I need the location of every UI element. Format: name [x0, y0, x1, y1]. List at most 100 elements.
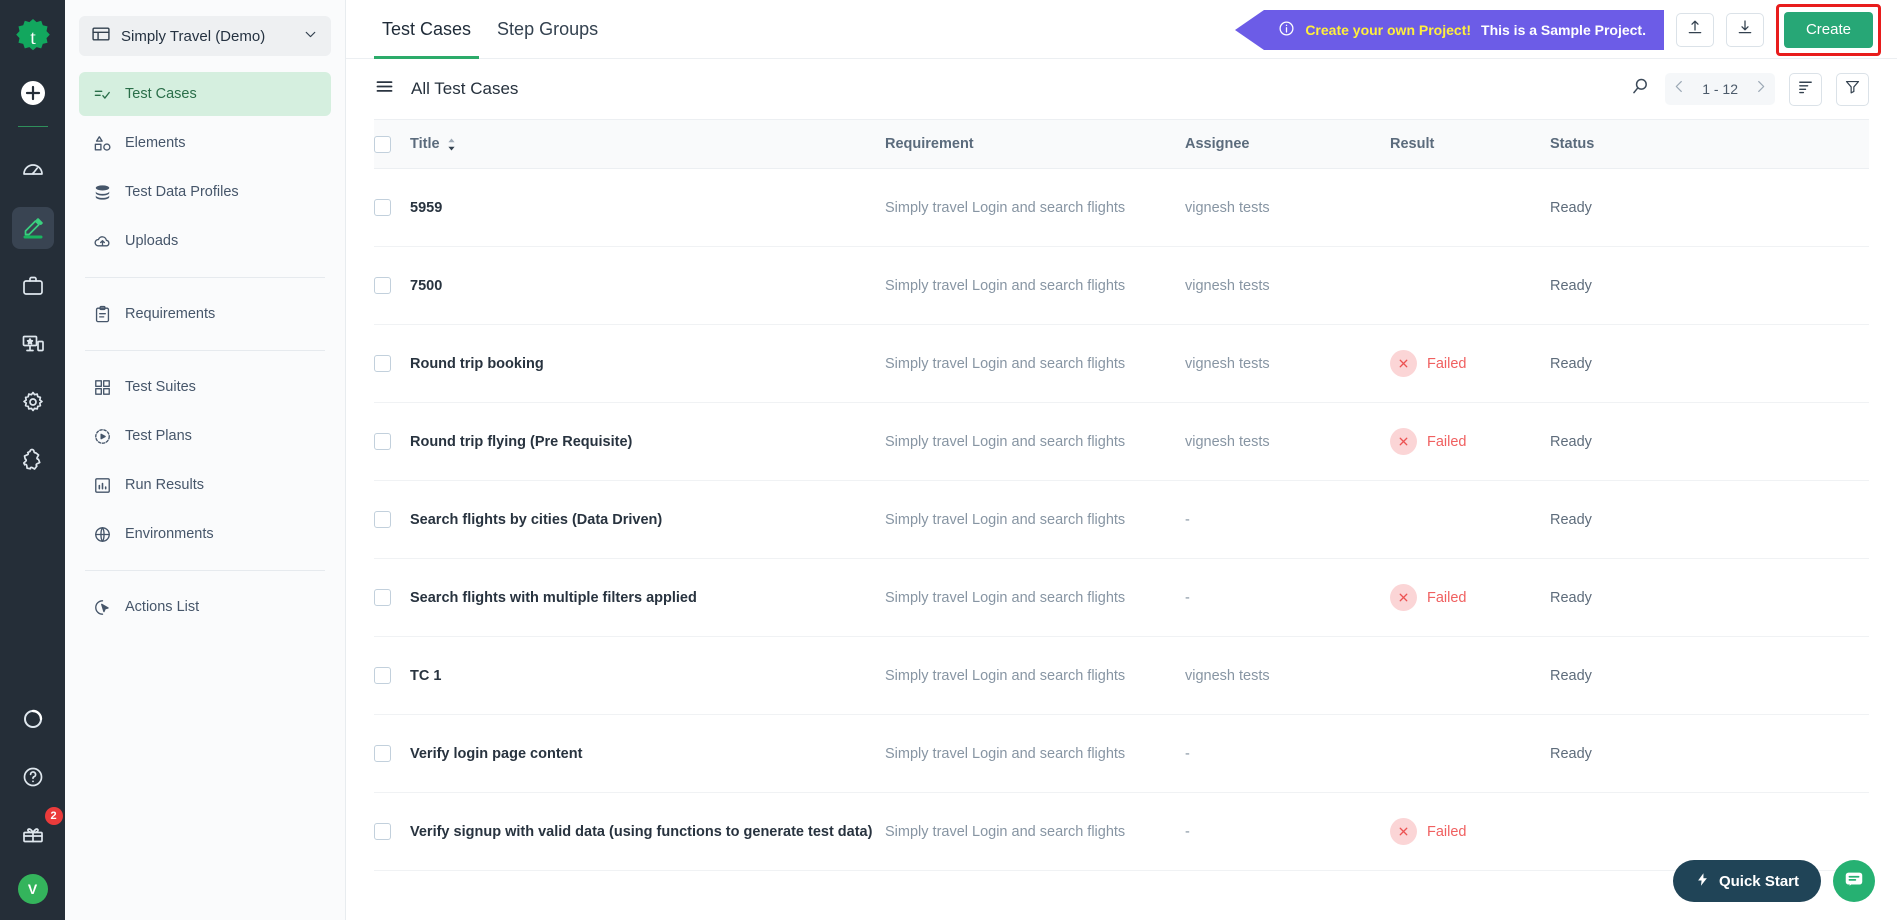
banner-text: This is a Sample Project. — [1481, 21, 1646, 38]
sidebar-item-uploads[interactable]: Uploads — [79, 219, 331, 263]
table-row[interactable]: 5959 Simply travel Login and search fligh… — [374, 169, 1869, 247]
project-selector[interactable]: Simply Travel (Demo) — [79, 16, 331, 56]
sidebar-item-label: Test Suites — [125, 379, 196, 395]
cell-title[interactable]: TC 1 — [410, 668, 885, 684]
sort-arrows-icon[interactable] — [447, 138, 456, 151]
upload-icon — [1686, 18, 1704, 41]
cursor-click-icon — [93, 598, 112, 617]
cell-assignee: vignesh tests — [1185, 433, 1270, 450]
cell-title[interactable]: Verify signup with valid data (using fun… — [410, 824, 885, 840]
download-button[interactable] — [1725, 12, 1764, 47]
gift-badge: 2 — [44, 807, 63, 825]
sidebar-item-test-plans[interactable]: Test Plans — [79, 414, 331, 458]
column-title[interactable]: Title — [410, 136, 885, 152]
search-icon[interactable] — [1630, 76, 1651, 102]
row-checkbox[interactable] — [374, 511, 391, 528]
row-checkbox[interactable] — [374, 199, 391, 216]
sidebar-item-test-suites[interactable]: Test Suites — [79, 365, 331, 409]
sidebar-item-test-data-profiles[interactable]: Test Data Profiles — [79, 170, 331, 214]
table-row[interactable]: Round trip booking Simply travel Login an… — [374, 325, 1869, 403]
sidebar-item-label: Test Plans — [125, 428, 192, 444]
sidebar-item-run-results[interactable]: Run Results — [79, 463, 331, 507]
sidebar-item-environments[interactable]: Environments — [79, 512, 331, 556]
rail-item-test-development[interactable] — [11, 207, 54, 249]
cell-status: Ready — [1550, 199, 1592, 216]
table-row[interactable]: 7500 Simply travel Login and search fligh… — [374, 247, 1869, 325]
testsigma-logo[interactable]: t — [10, 14, 56, 60]
floating-actions: Quick Start — [1672, 860, 1875, 902]
list-actions: 1 - 12 — [1630, 72, 1869, 106]
cell-title[interactable]: Round trip booking — [410, 356, 885, 372]
add-button[interactable] — [16, 76, 50, 110]
rail-item-test-lab[interactable] — [12, 323, 54, 365]
cell-title[interactable]: Search flights by cities (Data Driven) — [410, 512, 885, 528]
cell-requirement: Simply travel Login and search flights — [885, 511, 1126, 528]
row-checkbox[interactable] — [374, 433, 391, 450]
quick-start-button[interactable]: Quick Start — [1672, 860, 1821, 902]
chevron-right-icon[interactable] — [1752, 78, 1769, 100]
create-button[interactable]: Create — [1783, 11, 1873, 48]
sidebar-item-test-cases[interactable]: Test Cases — [79, 72, 331, 116]
filter-button[interactable] — [1836, 72, 1869, 106]
cell-requirement: Simply travel Login and search flights — [885, 277, 1126, 294]
column-assignee[interactable]: Assignee — [1185, 136, 1390, 152]
table-row[interactable]: Verify login page content Simply travel L… — [374, 715, 1869, 793]
chat-icon — [1843, 868, 1865, 895]
sort-button[interactable] — [1789, 72, 1822, 106]
avatar[interactable]: V — [17, 874, 48, 904]
cell-requirement: Simply travel Login and search flights — [885, 355, 1126, 372]
hamburger-icon[interactable] — [374, 76, 395, 102]
select-all-checkbox[interactable] — [374, 135, 391, 153]
rail-item-gifts[interactable]: 2 — [12, 807, 63, 856]
column-status[interactable]: Status — [1550, 136, 1869, 152]
table-row[interactable]: Round trip flying (Pre Requisite) Simply … — [374, 403, 1869, 481]
elements-icon — [93, 134, 112, 153]
rail-item-settings[interactable] — [12, 381, 54, 423]
tab-step-groups[interactable]: Step Groups — [489, 0, 606, 59]
row-checkbox-cell — [374, 277, 410, 294]
table-row[interactable]: Verify signup with valid data (using fun… — [374, 793, 1869, 871]
row-checkbox[interactable] — [374, 823, 391, 840]
column-result[interactable]: Result — [1390, 136, 1550, 152]
cell-title[interactable]: Search flights with multiple filters app… — [410, 590, 885, 606]
row-checkbox-cell — [374, 199, 410, 216]
row-checkbox[interactable] — [374, 745, 391, 762]
sidebar-item-label: Run Results — [125, 477, 204, 493]
main-content: Test Cases Step Groups Create your own P… — [346, 0, 1897, 920]
table-row[interactable]: TC 1 Simply travel Login and search fligh… — [374, 637, 1869, 715]
rail-divider — [17, 126, 48, 127]
sort-icon — [1797, 78, 1814, 100]
sidebar: Simply Travel (Demo) Test Cases Elements… — [65, 0, 346, 920]
row-checkbox[interactable] — [374, 277, 391, 294]
rail-item-projects[interactable] — [12, 265, 54, 307]
row-checkbox-cell — [374, 433, 410, 450]
row-checkbox[interactable] — [374, 667, 391, 684]
chevron-left-icon[interactable] — [1671, 78, 1688, 100]
rail-item-help[interactable] — [12, 756, 54, 798]
tab-test-cases[interactable]: Test Cases — [374, 0, 480, 59]
sidebar-item-requirements[interactable]: Requirements — [79, 292, 331, 336]
cell-title[interactable]: Verify login page content — [410, 746, 885, 762]
column-requirement[interactable]: Requirement — [885, 136, 1185, 152]
chat-button[interactable] — [1833, 860, 1875, 902]
row-checkbox[interactable] — [374, 589, 391, 606]
row-checkbox[interactable] — [374, 355, 391, 372]
table-row[interactable]: Search flights by cities (Data Driven) Si… — [374, 481, 1869, 559]
sidebar-item-label: Requirements — [125, 306, 216, 322]
table-header-row: Title Requirement Assignee Result Status — [374, 119, 1869, 169]
upload-button[interactable] — [1675, 12, 1714, 47]
lightning-icon — [1695, 871, 1710, 892]
rail-item-addons[interactable] — [12, 439, 54, 481]
database-icon — [93, 183, 112, 202]
rail-item-dashboard[interactable] — [12, 149, 54, 191]
cell-title[interactable]: 7500 — [410, 278, 885, 294]
cell-title[interactable]: 5959 — [410, 200, 885, 216]
rail-item-progress[interactable] — [12, 698, 54, 740]
globe-icon — [93, 525, 112, 544]
chevron-down-icon[interactable] — [302, 26, 319, 47]
cloud-upload-icon — [93, 232, 112, 251]
sidebar-item-elements[interactable]: Elements — [79, 121, 331, 165]
cell-title[interactable]: Round trip flying (Pre Requisite) — [410, 434, 885, 450]
sidebar-item-actions-list[interactable]: Actions List — [79, 585, 331, 629]
table-row[interactable]: Search flights with multiple filters app… — [374, 559, 1869, 637]
